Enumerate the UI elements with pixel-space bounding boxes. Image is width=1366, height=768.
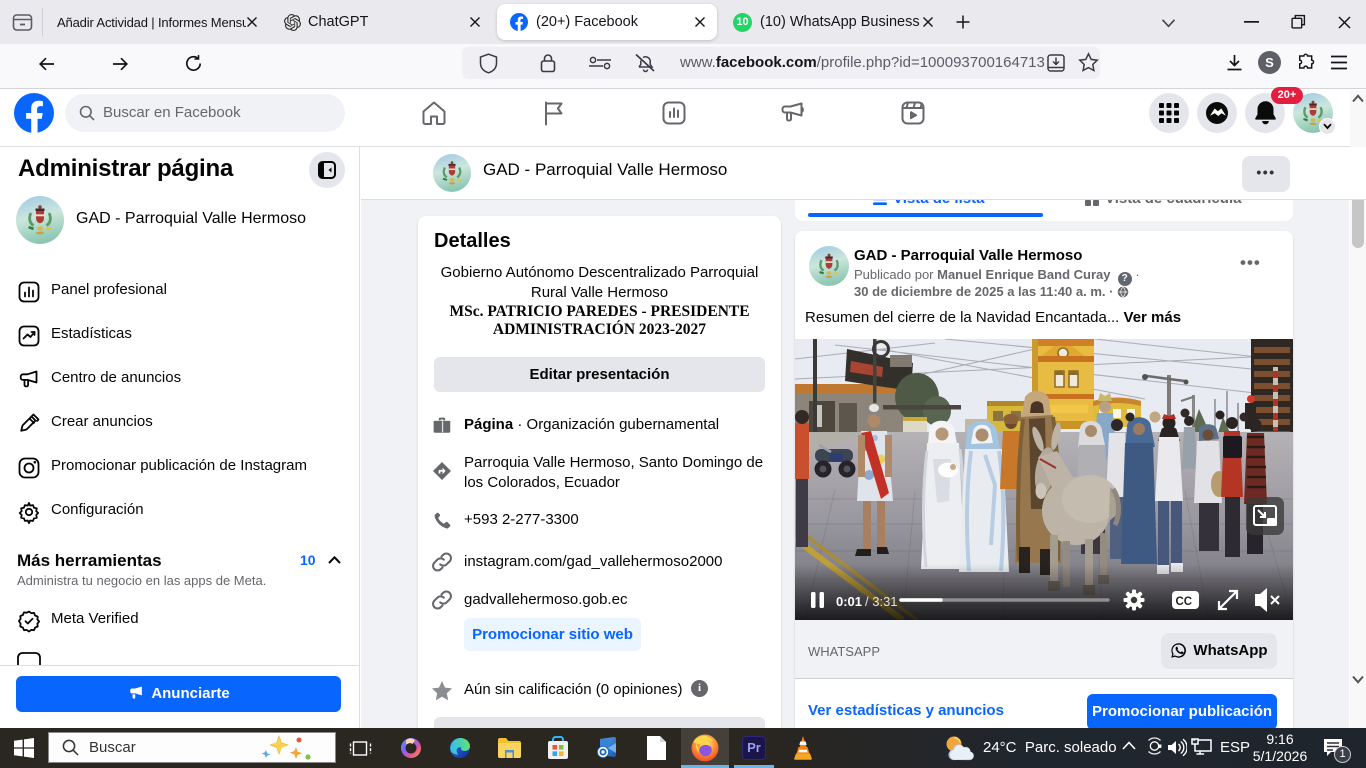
svg-text:0:01: 0:01 — [836, 594, 862, 609]
svg-text:/ 3:31: / 3:31 — [865, 594, 898, 609]
svg-text:CC: CC — [1176, 596, 1193, 608]
